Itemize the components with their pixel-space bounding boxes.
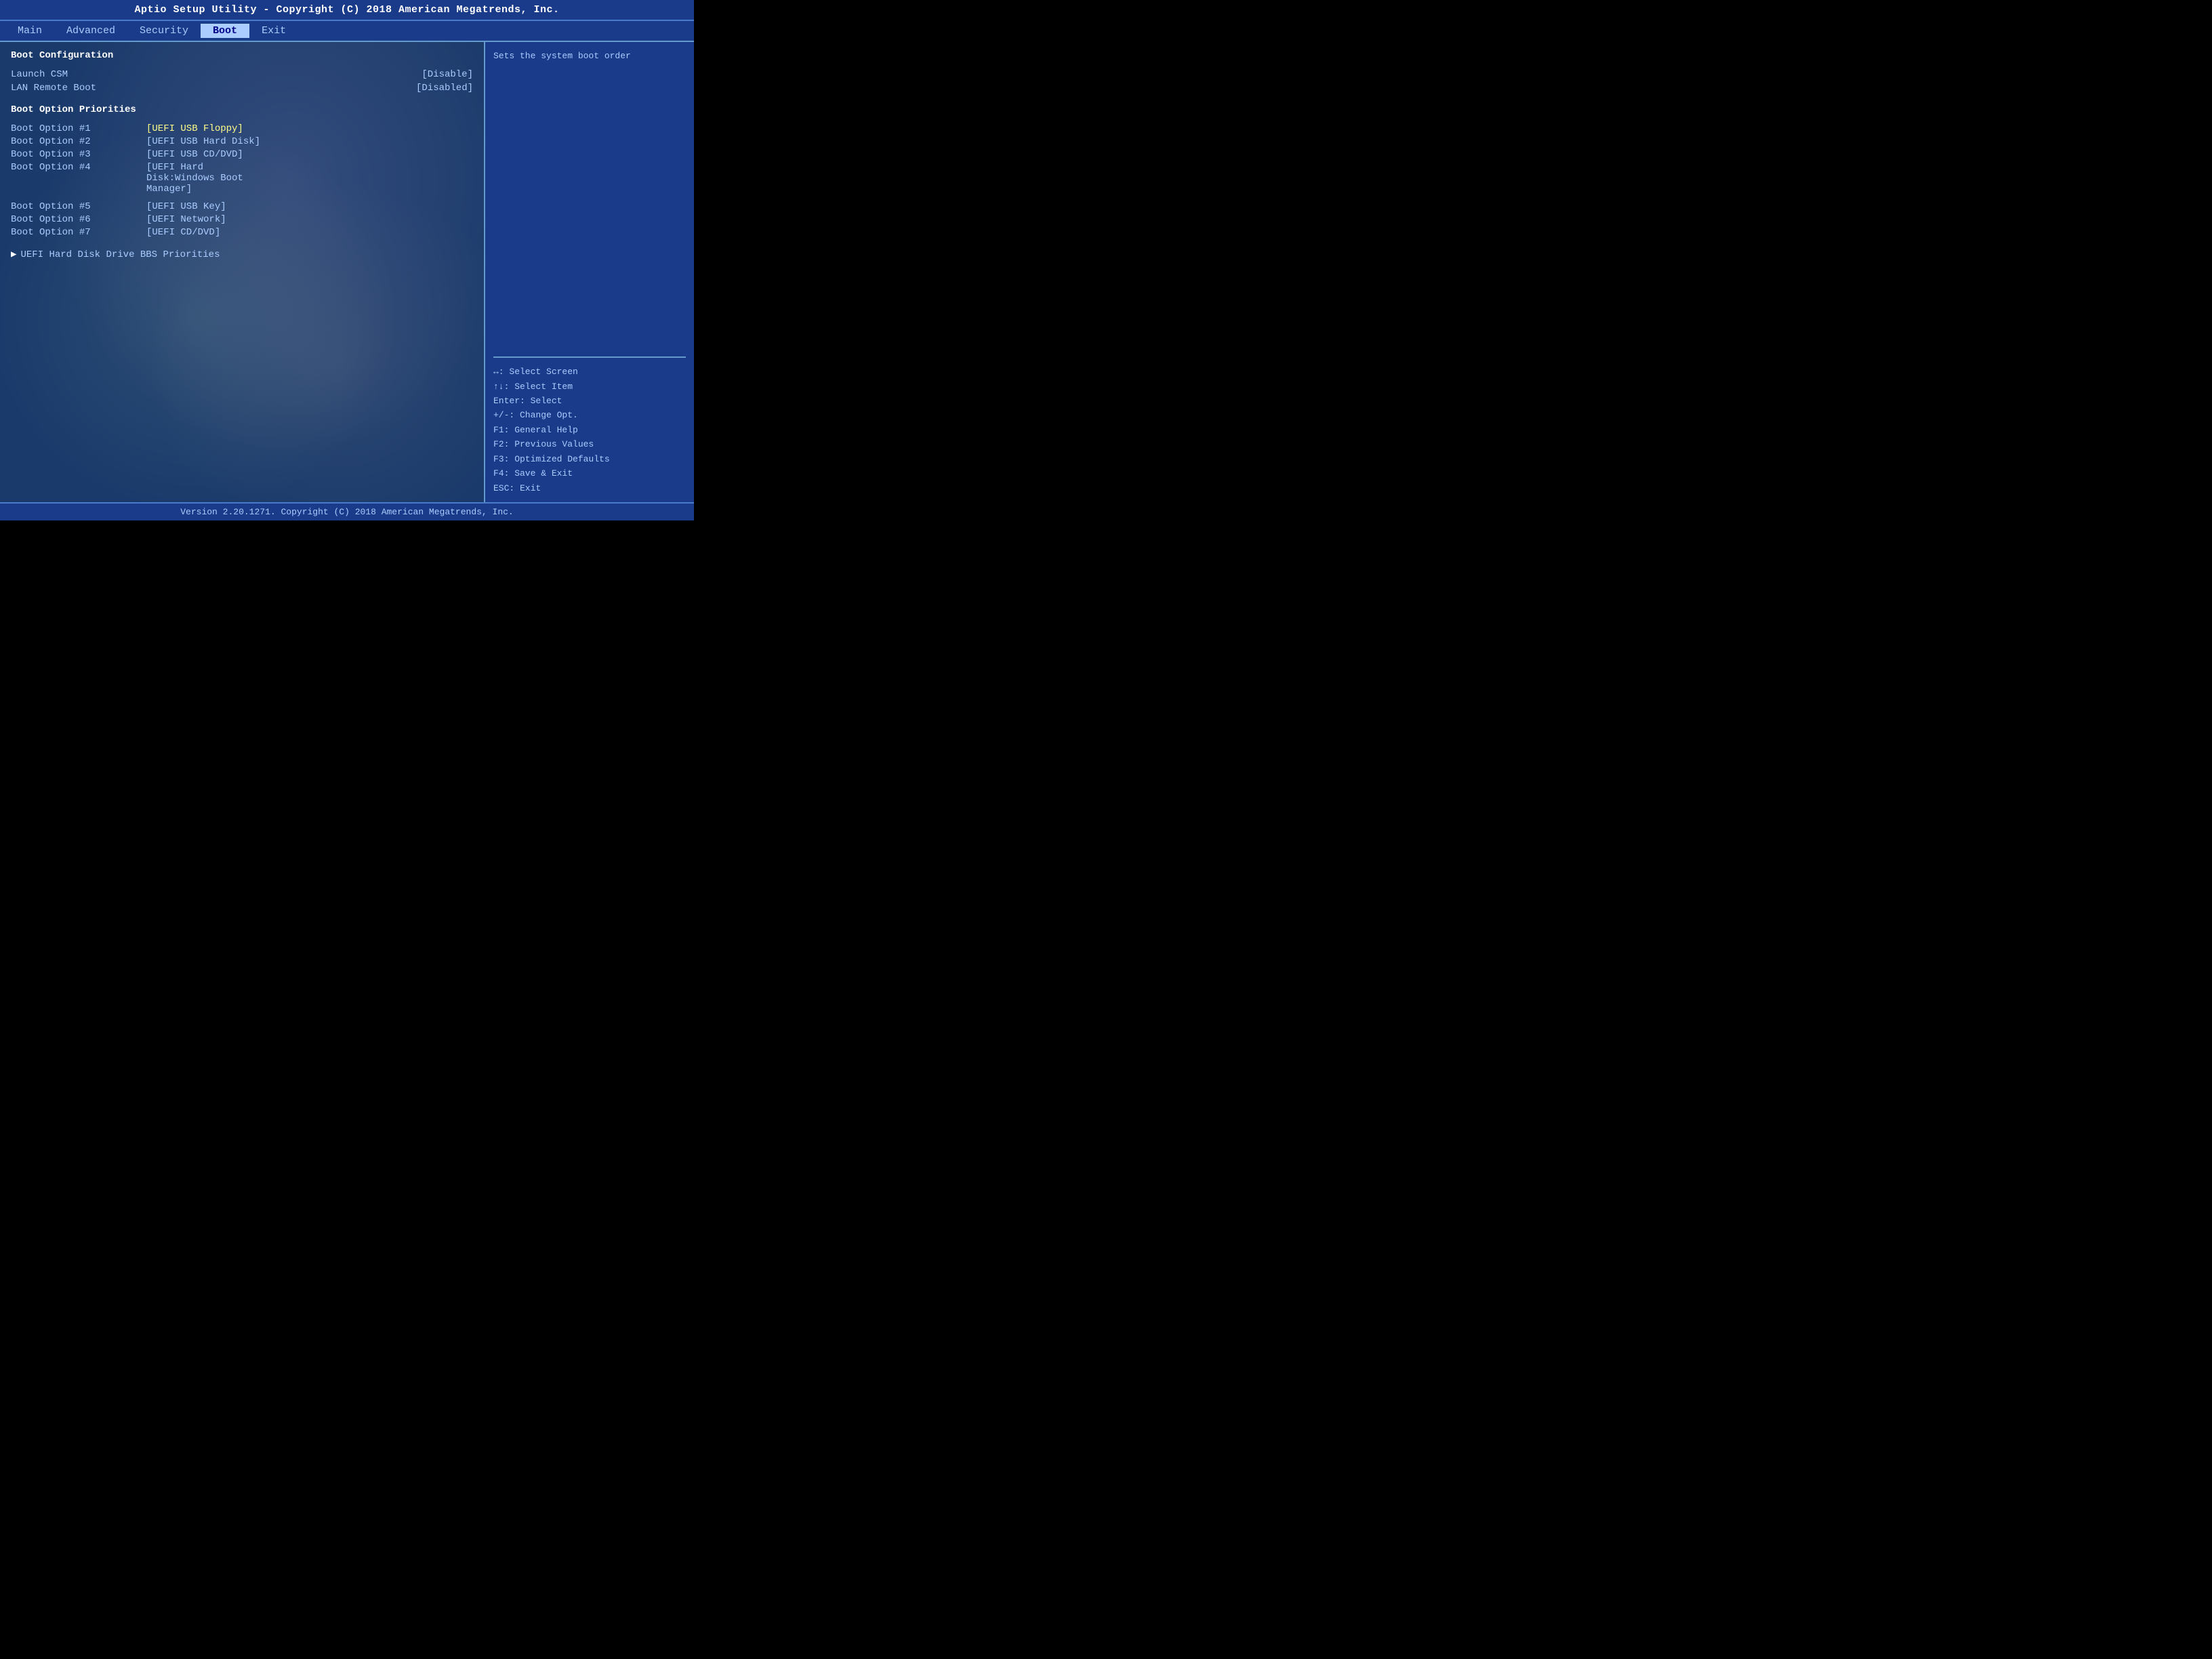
boot-option-7-value: [UEFI CD/DVD] (146, 227, 220, 238)
menu-item-exit[interactable]: Exit (249, 24, 298, 38)
boot-option-3-label: Boot Option #3 (11, 149, 146, 160)
menu-bar: Main Advanced Security Boot Exit (0, 21, 694, 42)
title-text: Aptio Setup Utility - Copyright (C) 2018… (134, 4, 559, 16)
help-select-screen: ↔: Select Screen (493, 365, 686, 379)
boot-option-1-row[interactable]: Boot Option #1 [UEFI USB Floppy] (11, 123, 473, 134)
boot-option-4-row[interactable]: Boot Option #4 [UEFI HardDisk:Windows Bo… (11, 162, 473, 194)
footer-text: Version 2.20.1271. Copyright (C) 2018 Am… (180, 507, 513, 517)
boot-option-1-label: Boot Option #1 (11, 123, 146, 134)
right-panel-help: ↔: Select Screen ↑↓: Select Item Enter: … (493, 365, 686, 495)
bios-screen: Aptio Setup Utility - Copyright (C) 2018… (0, 0, 694, 520)
right-panel-top: Sets the system boot order (493, 49, 686, 358)
right-panel-top-text: Sets the system boot order (493, 51, 631, 61)
submenu-label: UEFI Hard Disk Drive BBS Priorities (20, 249, 220, 260)
boot-option-3-row[interactable]: Boot Option #3 [UEFI USB CD/DVD] (11, 149, 473, 160)
launch-csm-value: [Disable] (422, 69, 473, 80)
boot-option-5-value: [UEFI USB Key] (146, 201, 226, 212)
menu-item-boot[interactable]: Boot (201, 24, 249, 38)
right-panel: Sets the system boot order ↔: Select Scr… (484, 42, 694, 502)
boot-option-6-value: [UEFI Network] (146, 214, 226, 225)
launch-csm-label: Launch CSM (11, 69, 68, 80)
menu-item-main[interactable]: Main (5, 24, 54, 38)
help-f3: F3: Optimized Defaults (493, 452, 686, 466)
help-select-item: ↑↓: Select Item (493, 380, 686, 394)
menu-item-security[interactable]: Security (127, 24, 201, 38)
boot-option-3-value: [UEFI USB CD/DVD] (146, 149, 243, 160)
help-enter-select: Enter: Select (493, 394, 686, 408)
setting-row-launch-csm[interactable]: Launch CSM [Disable] (11, 69, 473, 80)
left-panel-content: Boot Configuration Launch CSM [Disable] … (11, 50, 473, 260)
lan-remote-boot-label: LAN Remote Boot (11, 83, 96, 94)
boot-priorities-title: Boot Option Priorities (11, 104, 473, 115)
footer-bar: Version 2.20.1271. Copyright (C) 2018 Am… (0, 502, 694, 520)
boot-priorities-section: Boot Option Priorities Boot Option #1 [U… (11, 104, 473, 238)
boot-option-6-label: Boot Option #6 (11, 214, 146, 225)
submenu-arrow: ▶ (11, 249, 16, 260)
boot-option-7-label: Boot Option #7 (11, 227, 146, 238)
boot-option-5-label: Boot Option #5 (11, 201, 146, 212)
left-panel: Boot Configuration Launch CSM [Disable] … (0, 42, 484, 502)
setting-row-lan-remote-boot[interactable]: LAN Remote Boot [Disabled] (11, 83, 473, 94)
boot-option-2-row[interactable]: Boot Option #2 [UEFI USB Hard Disk] (11, 136, 473, 147)
boot-option-2-label: Boot Option #2 (11, 136, 146, 147)
boot-option-2-value: [UEFI USB Hard Disk] (146, 136, 260, 147)
boot-option-4-value: [UEFI HardDisk:Windows BootManager] (146, 162, 243, 194)
section-title: Boot Configuration (11, 50, 473, 61)
boot-option-4-label: Boot Option #4 (11, 162, 146, 194)
help-f2: F2: Previous Values (493, 437, 686, 451)
boot-option-5-row[interactable]: Boot Option #5 [UEFI USB Key] (11, 201, 473, 212)
title-bar: Aptio Setup Utility - Copyright (C) 2018… (0, 0, 694, 21)
help-f1: F1: General Help (493, 423, 686, 437)
lan-remote-boot-value: [Disabled] (416, 83, 473, 94)
help-change-opt: +/-: Change Opt. (493, 408, 686, 422)
boot-option-1-value: [UEFI USB Floppy] (146, 123, 243, 134)
boot-option-7-row[interactable]: Boot Option #7 [UEFI CD/DVD] (11, 227, 473, 238)
boot-option-6-row[interactable]: Boot Option #6 [UEFI Network] (11, 214, 473, 225)
help-esc: ESC: Exit (493, 481, 686, 495)
menu-item-advanced[interactable]: Advanced (54, 24, 127, 38)
submenu-row-hdd-bbs[interactable]: ▶ UEFI Hard Disk Drive BBS Priorities (11, 249, 473, 260)
help-f4: F4: Save & Exit (493, 466, 686, 480)
main-content: Boot Configuration Launch CSM [Disable] … (0, 42, 694, 502)
